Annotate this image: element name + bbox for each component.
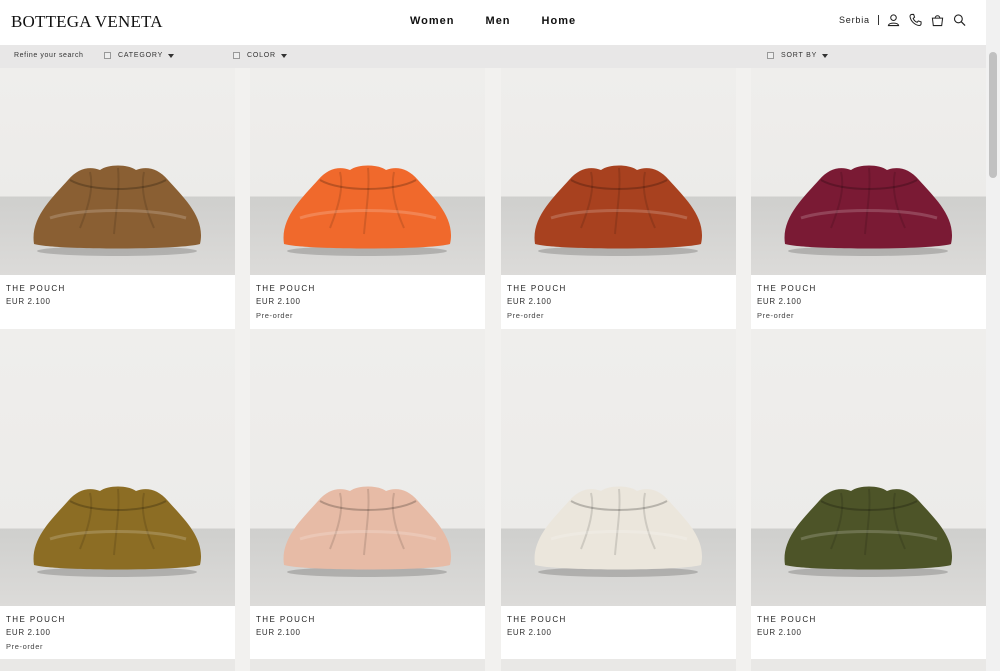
pouch-bag-image [534, 165, 703, 256]
pouch-bag-image [784, 165, 953, 256]
chevron-down-icon [280, 53, 287, 58]
product-info: THE POUCH EUR 2.100 [751, 606, 986, 660]
product-image[interactable] [0, 68, 235, 275]
page-scrollbar[interactable] [986, 0, 1000, 671]
product-status: Pre-order [507, 311, 545, 320]
product-card[interactable]: THE POUCH EUR 2.100 Pre-order [501, 68, 736, 329]
product-name[interactable]: THE POUCH [256, 284, 316, 293]
product-price: EUR 2.100 [757, 628, 802, 637]
filter-bar: Refine your search CATEGORY COLOR SORT B… [0, 45, 986, 68]
country-selector[interactable]: Serbia [839, 15, 870, 25]
product-info: THE POUCH EUR 2.100 [501, 606, 736, 660]
product-name[interactable]: THE POUCH [757, 284, 817, 293]
product-card-peek[interactable] [250, 659, 485, 671]
site-header: BOTTEGA VENETA Women Men Home Serbia [0, 0, 986, 45]
main-nav: Women Men Home [410, 15, 576, 27]
product-name[interactable]: THE POUCH [507, 615, 567, 624]
product-card[interactable]: THE POUCH EUR 2.100 Pre-order [250, 68, 485, 329]
product-price: EUR 2.100 [507, 297, 552, 306]
scrollbar-thumb[interactable] [989, 52, 997, 178]
refine-label: Refine your search [14, 52, 84, 59]
product-status: Pre-order [6, 642, 44, 651]
product-info: THE POUCH EUR 2.100 Pre-order [250, 275, 485, 329]
product-name[interactable]: THE POUCH [757, 615, 817, 624]
product-info: THE POUCH EUR 2.100 Pre-order [0, 606, 235, 660]
product-card[interactable]: THE POUCH EUR 2.100 Pre-order [751, 68, 986, 329]
color-filter-label: COLOR [247, 52, 276, 59]
pouch-bag-image [283, 165, 452, 256]
product-name[interactable]: THE POUCH [507, 284, 567, 293]
product-card-peek[interactable] [501, 659, 736, 671]
category-filter[interactable]: CATEGORY [104, 52, 175, 59]
pouch-bag-image [534, 486, 703, 577]
product-card-peek[interactable] [751, 659, 986, 671]
product-info: THE POUCH EUR 2.100 [250, 606, 485, 660]
product-image[interactable] [250, 68, 485, 275]
sort-label: SORT BY [781, 52, 818, 59]
product-status: Pre-order [256, 311, 294, 320]
product-info: THE POUCH EUR 2.100 Pre-order [751, 275, 986, 329]
product-status: Pre-order [757, 311, 795, 320]
product-price: EUR 2.100 [6, 297, 51, 306]
phone-icon[interactable] [909, 13, 922, 27]
product-image[interactable] [250, 329, 485, 606]
color-filter[interactable]: COLOR [233, 52, 287, 59]
product-price: EUR 2.100 [256, 297, 301, 306]
chevron-down-icon [168, 53, 175, 58]
product-image[interactable] [0, 329, 235, 606]
category-filter-label: CATEGORY [118, 52, 164, 59]
product-image[interactable] [751, 329, 986, 606]
category-checkbox[interactable] [104, 52, 111, 59]
product-image[interactable] [501, 329, 736, 606]
product-card[interactable]: THE POUCH EUR 2.100 [501, 329, 736, 660]
product-card[interactable]: THE POUCH EUR 2.100 [250, 329, 485, 660]
pouch-bag-image [33, 165, 202, 256]
product-card[interactable]: THE POUCH EUR 2.100 [0, 68, 235, 329]
shopping-bag-icon[interactable] [931, 13, 944, 27]
sort-dropdown[interactable]: SORT BY [767, 52, 829, 59]
product-name[interactable]: THE POUCH [256, 615, 316, 624]
nav-home[interactable]: Home [542, 15, 577, 27]
sort-checkbox[interactable] [767, 52, 774, 59]
color-checkbox[interactable] [233, 52, 240, 59]
header-utilities: Serbia [839, 13, 975, 27]
pouch-bag-image [33, 486, 202, 577]
nav-women[interactable]: Women [410, 15, 455, 27]
account-icon[interactable] [887, 13, 900, 27]
product-info: THE POUCH EUR 2.100 [0, 275, 235, 329]
product-price: EUR 2.100 [507, 628, 552, 637]
product-info: THE POUCH EUR 2.100 Pre-order [501, 275, 736, 329]
pouch-bag-image [283, 486, 452, 577]
product-price: EUR 2.100 [757, 297, 802, 306]
product-image[interactable] [751, 68, 986, 275]
divider [877, 15, 879, 25]
product-price: EUR 2.100 [256, 628, 301, 637]
pouch-bag-image [784, 486, 953, 577]
product-name[interactable]: THE POUCH [6, 284, 66, 293]
search-icon[interactable] [953, 13, 966, 27]
product-name[interactable]: THE POUCH [6, 615, 66, 624]
chevron-down-icon [822, 53, 829, 58]
product-card[interactable]: THE POUCH EUR 2.100 Pre-order [0, 329, 235, 660]
product-card-peek[interactable] [0, 659, 235, 671]
product-price: EUR 2.100 [6, 628, 51, 637]
product-card[interactable]: THE POUCH EUR 2.100 [751, 329, 986, 660]
brand-logo[interactable]: BOTTEGA VENETA [11, 12, 163, 32]
product-image[interactable] [501, 68, 736, 275]
nav-men[interactable]: Men [486, 15, 511, 27]
